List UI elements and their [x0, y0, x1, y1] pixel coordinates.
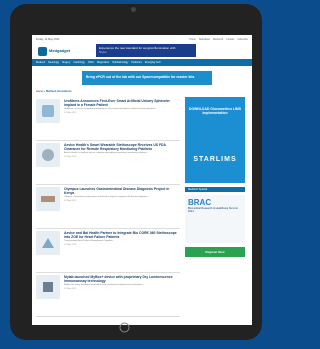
article-title[interactable]: Aevice Health's Smart Wearable Stethosco…: [64, 143, 178, 151]
nav-item[interactable]: Ophthalmology: [112, 61, 128, 64]
top-link-subscribe[interactable]: Subscribe: [237, 38, 248, 41]
article-date: 12 May 2021: [64, 156, 77, 159]
article-date: 12 May 2021: [64, 200, 77, 203]
ad-brand: Stryker: [99, 50, 107, 54]
article-item[interactable]: Olympus Launches Gastrointestinal Diseas…: [36, 185, 180, 229]
logo-mark-icon: [38, 46, 47, 56]
register-button[interactable]: Register Now: [185, 247, 245, 257]
article-item[interactable]: UroMems Announces First-Ever Smart Artif…: [36, 97, 180, 141]
article-title[interactable]: Aevice and Bai Health Partner to Integra…: [64, 231, 178, 239]
main-nav: Medtech Neurology Surgery Cardiology Ort…: [32, 59, 252, 66]
event-text: Biomedical Research & Healthcare Summit …: [188, 207, 238, 214]
nav-item[interactable]: Diagnostics: [97, 61, 109, 64]
sidebar-event-ad[interactable]: BRAC Biomedical Research & Healthcare Su…: [185, 195, 245, 243]
breadcrumb: Home » Medtech Innovations: [36, 90, 72, 93]
article-excerpt: Olympus Corporation and partners launche…: [64, 196, 150, 199]
article-thumbnail[interactable]: [36, 99, 60, 123]
top-link-contact[interactable]: Contact: [226, 38, 234, 41]
article-date: 12 May 2021: [64, 112, 77, 115]
promo-banner[interactable]: Bring ePCR out of the lab with our Space…: [82, 71, 212, 85]
header-ad[interactable]: Experience the new standard for surgical…: [96, 44, 196, 57]
site-logo[interactable]: Medgadget: [38, 44, 86, 58]
article-title[interactable]: Mylab launched MyBox+ device with propri…: [64, 275, 178, 283]
nav-item[interactable]: Surgery: [62, 61, 70, 64]
article-thumbnail[interactable]: [36, 187, 60, 211]
logo-text: Medgadget: [49, 48, 71, 53]
article-thumbnail[interactable]: [36, 275, 60, 299]
sidebar: DOWNLOAD Glucometrics LIMS Implementatio…: [185, 97, 247, 261]
article-excerpt: Transforming Heart Failure Management To…: [64, 240, 115, 243]
top-link-home[interactable]: Home: [189, 38, 195, 41]
article-item[interactable]: Mylab launched MyBox+ device with propri…: [36, 273, 180, 317]
article-excerpt: UroMems, a French company developing the…: [64, 108, 157, 111]
top-link-newsletter[interactable]: Newsletter: [199, 38, 210, 41]
home-button[interactable]: [113, 322, 135, 333]
nav-item[interactable]: Neurology: [48, 61, 59, 64]
breadcrumb-home[interactable]: Home »: [36, 90, 45, 93]
top-bar: Friday, 14 May 2021 Home Newsletter Medi…: [32, 35, 252, 44]
article-excerpt: Aevice Health, a medical device company …: [64, 152, 149, 155]
article-item[interactable]: Aevice and Bai Health Partner to Integra…: [36, 229, 180, 273]
article-date: 12 May 2021: [64, 288, 77, 291]
article-date: 12 May 2021: [64, 244, 77, 247]
camera-icon: [131, 7, 136, 12]
webpage-screen: Friday, 14 May 2021 Home Newsletter Medi…: [32, 35, 252, 325]
nav-item[interactable]: Medtech: [36, 61, 45, 64]
nav-item[interactable]: Cardiology: [73, 61, 84, 64]
event-title: BRAC: [188, 198, 212, 207]
sidebar-promo[interactable]: DOWNLOAD Glucometrics LIMS Implementatio…: [185, 97, 245, 183]
article-excerpt: Mylab Discovery Solutions launched its n…: [64, 284, 145, 287]
article-item[interactable]: Aevice Health's Smart Wearable Stethosco…: [36, 141, 180, 185]
date-label: Friday, 14 May 2021: [36, 38, 60, 41]
sidebar-section-label: Medtech Special: [185, 187, 245, 192]
nav-item[interactable]: Ortho: [88, 61, 94, 64]
article-title[interactable]: Olympus Launches Gastrointestinal Diseas…: [64, 187, 178, 195]
article-thumbnail[interactable]: [36, 143, 60, 167]
ad-headline: Experience the new standard for surgical…: [99, 46, 176, 51]
sidebar-promo-title: DOWNLOAD Glucometrics LIMS Implementatio…: [189, 107, 241, 116]
article-list: UroMems Announces First-Ever Smart Artif…: [36, 97, 180, 317]
home-icon: [119, 322, 129, 333]
article-title[interactable]: UroMems Announces First-Ever Smart Artif…: [64, 99, 178, 107]
nav-item[interactable]: Pediatrics: [131, 61, 142, 64]
top-link-media-kit[interactable]: Media Kit: [213, 38, 223, 41]
breadcrumb-section: Medtech Innovations: [45, 90, 72, 93]
promo-banner-text: Bring ePCR out of the lab with our Space…: [86, 75, 195, 80]
nav-item[interactable]: Emerging Tech: [145, 61, 161, 64]
top-links: Home Newsletter Media Kit Contact Subscr…: [189, 38, 248, 41]
article-thumbnail[interactable]: [36, 231, 60, 255]
sidebar-promo-brand: STARLIMS: [193, 155, 237, 163]
